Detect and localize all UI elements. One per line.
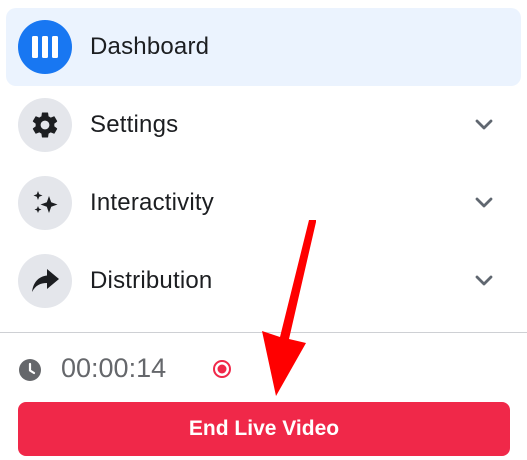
share-arrow-icon [32,269,59,292]
distribution-icon-circle [18,254,72,308]
live-status-row: 00:00:14 [0,348,527,392]
menu-item-distribution[interactable]: Distribution [6,242,521,320]
menu-item-settings[interactable]: Settings [6,86,521,164]
menu-item-label: Interactivity [90,189,214,216]
divider [0,332,527,333]
settings-icon-circle [18,98,72,152]
live-producer-panel: Dashboard Settings Interactivity Distrib… [0,0,527,460]
menu-item-label: Settings [90,111,179,138]
dashboard-icon-circle [18,20,72,74]
live-timer: 00:00:14 [61,353,167,383]
record-icon [213,360,231,378]
menu-item-label: Distribution [90,267,213,294]
menu-item-label: Dashboard [90,33,210,60]
dashboard-icon [32,36,58,58]
sparkles-icon [33,191,58,213]
chevron-down-icon[interactable] [473,192,495,214]
clock-icon [19,359,41,381]
menu-item-dashboard[interactable]: Dashboard [6,8,521,86]
interactivity-icon-circle [18,176,72,230]
gear-icon [32,112,58,138]
chevron-down-icon[interactable] [473,114,495,136]
chevron-down-icon[interactable] [473,270,495,292]
menu-item-interactivity[interactable]: Interactivity [6,164,521,242]
end-live-video-button[interactable]: End Live Video [18,402,510,456]
